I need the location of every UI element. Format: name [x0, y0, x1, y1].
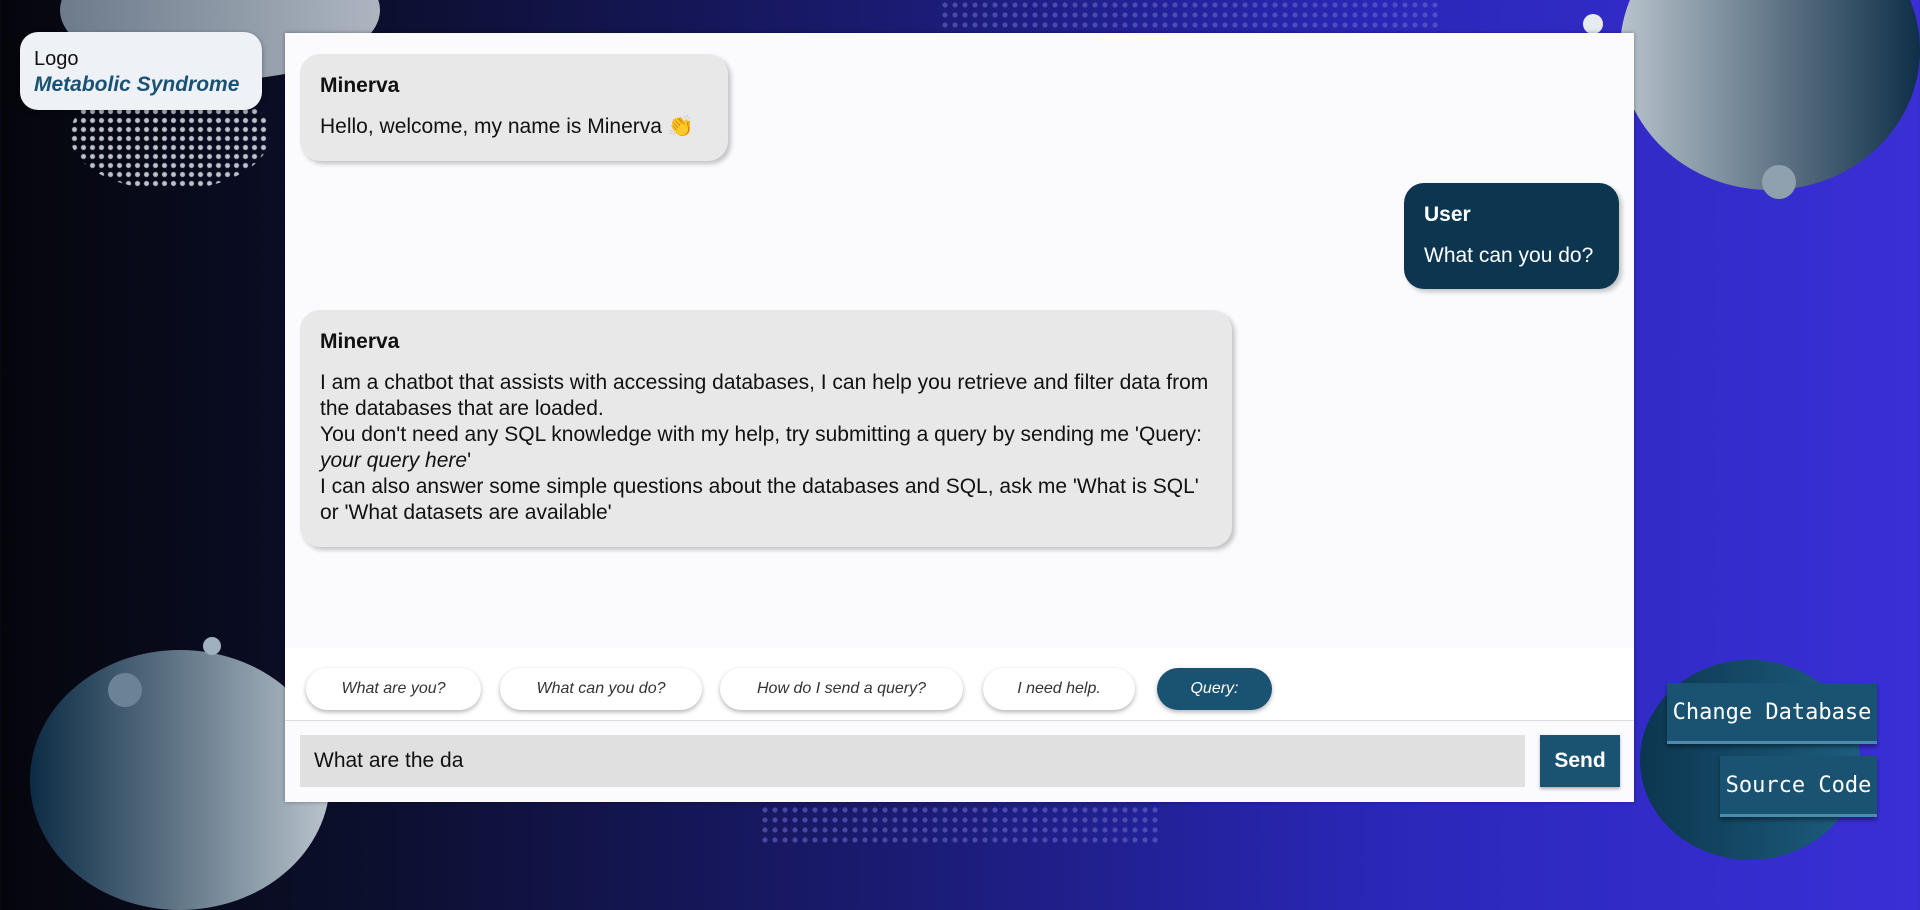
message-input[interactable]: [300, 735, 1525, 787]
logo-subtitle: Metabolic Syndrome: [34, 73, 240, 96]
logo-card: Logo Metabolic Syndrome: [20, 32, 262, 110]
suggestion-chip-query[interactable]: Query:: [1157, 668, 1272, 710]
message-text: What can you do?: [1424, 244, 1594, 267]
message-author: Minerva: [320, 74, 400, 97]
message-text: Hello, welcome, my name is Minerva 👏: [320, 115, 694, 138]
message-line: I can also answer some simple questions …: [320, 475, 1199, 524]
message-line: You don't need any SQL knowledge with my…: [320, 423, 1202, 446]
message-author: Minerva: [320, 330, 400, 353]
suggestion-bar: What are you? What can you do? How do I …: [285, 648, 1634, 720]
bot-message: Minerva I am a chatbot that assists with…: [300, 310, 1232, 547]
user-message: User What can you do?: [1404, 183, 1619, 289]
send-button[interactable]: Send: [1540, 735, 1620, 787]
message-line: ': [467, 449, 472, 472]
message-list[interactable]: Minerva Hello, welcome, my name is Miner…: [285, 33, 1634, 648]
suggestion-chip[interactable]: What are you?: [306, 668, 481, 710]
suggestion-chip[interactable]: What can you do?: [500, 668, 702, 710]
change-database-button[interactable]: Change Database: [1667, 683, 1877, 744]
logo-text: Logo: [34, 48, 79, 70]
suggestion-chip[interactable]: How do I send a query?: [720, 668, 963, 710]
chat-panel: Minerva Hello, welcome, my name is Miner…: [285, 33, 1634, 802]
bot-message: Minerva Hello, welcome, my name is Miner…: [300, 54, 728, 161]
message-text: I am a chatbot that assists with accessi…: [320, 370, 1212, 526]
suggestion-chip[interactable]: I need help.: [983, 668, 1135, 710]
message-line: I am a chatbot that assists with accessi…: [320, 371, 1209, 420]
message-emphasis: your query here: [320, 449, 468, 472]
source-code-button[interactable]: Source Code: [1720, 756, 1877, 817]
input-bar: Send: [285, 720, 1634, 802]
message-author: User: [1424, 203, 1471, 226]
